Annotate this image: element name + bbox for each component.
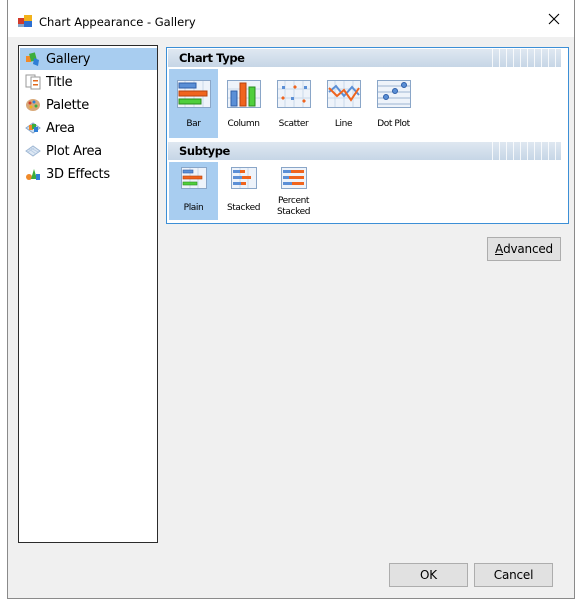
chart-type-header-label: Chart Type [179,51,245,65]
subtype-header-label: Subtype [179,144,230,158]
scatter-chart-icon [277,80,311,108]
advanced-label: dvanced [503,242,553,256]
stacked-bar-icon [231,167,257,189]
nav-item-3d-effects[interactable]: 3D Effects [20,163,157,185]
chart-type-label: Scatter [278,119,309,129]
nav-item-label: Title [46,74,73,90]
close-icon [548,13,560,24]
line-chart-icon [327,80,361,108]
chart-type-dot-plot[interactable]: Dot Plot [369,69,418,138]
close-button[interactable] [534,0,574,37]
cancel-label: Cancel [493,568,534,582]
palette-icon [26,99,40,111]
chart-type-line[interactable]: Line [319,69,368,138]
subtype-stacked[interactable]: Stacked [219,162,268,220]
plain-bar-icon [181,167,207,189]
subtype-label: Percent [277,196,310,206]
category-list: Gallery Title Palette Area Plot Area 3D … [18,45,158,543]
nav-item-label: Palette [46,97,89,113]
chart-type-label: Bar [186,119,201,129]
nav-item-label: Gallery [46,51,91,67]
subtype-plain[interactable]: Plain [169,162,218,220]
area-icon [25,122,41,134]
3d-effects-icon [26,169,40,180]
subtype-label: Stacked [226,203,261,213]
chart-type-label: Dot Plot [377,119,410,129]
nav-item-label: Plot Area [46,143,102,159]
advanced-button[interactable]: Advanced [487,237,561,261]
chart-appearance-dialog: Chart Appearance - Gallery Gallery Title… [7,0,575,599]
chart-appearance-app-icon [18,15,32,27]
chart-type-header: Chart Type [168,49,561,67]
nav-item-gallery[interactable]: Gallery [20,48,157,70]
ok-button[interactable]: OK [389,563,468,587]
subtype-label-line2: Stacked [276,207,311,217]
nav-item-plot-area[interactable]: Plot Area [20,140,157,162]
ok-label: OK [420,568,437,582]
subtype-header: Subtype [168,142,561,160]
nav-item-title[interactable]: Title [20,71,157,93]
nav-item-palette[interactable]: Palette [20,94,157,116]
nav-item-label: 3D Effects [46,166,110,182]
gallery-icon [26,52,39,66]
nav-item-area[interactable]: Area [20,117,157,139]
nav-item-label: Area [46,120,75,136]
title-bar: Chart Appearance - Gallery [8,0,574,37]
bar-chart-icon [177,80,211,108]
percent-stacked-bar-icon [281,167,307,189]
dot-plot-chart-icon [377,80,411,108]
plot-area-icon [25,145,41,157]
chart-type-scatter[interactable]: Scatter [269,69,318,138]
subtype-label: Plain [183,203,204,213]
cancel-button[interactable]: Cancel [474,563,553,587]
chart-type-label: Column [227,119,260,129]
chart-type-label: Line [334,119,353,129]
chart-type-bar[interactable]: Bar [169,69,218,138]
title-icon [25,74,41,90]
header-decoration [486,142,561,160]
advanced-mnemonic: A [495,242,504,256]
subtype-percent-stacked[interactable]: Percent Stacked [269,162,318,220]
column-chart-icon [227,80,261,108]
header-decoration [486,49,561,67]
window-title: Chart Appearance - Gallery [39,15,196,29]
chart-type-column[interactable]: Column [219,69,268,138]
gallery-panel: Chart Type Bar Column Scatter Line Dot P… [166,47,569,224]
